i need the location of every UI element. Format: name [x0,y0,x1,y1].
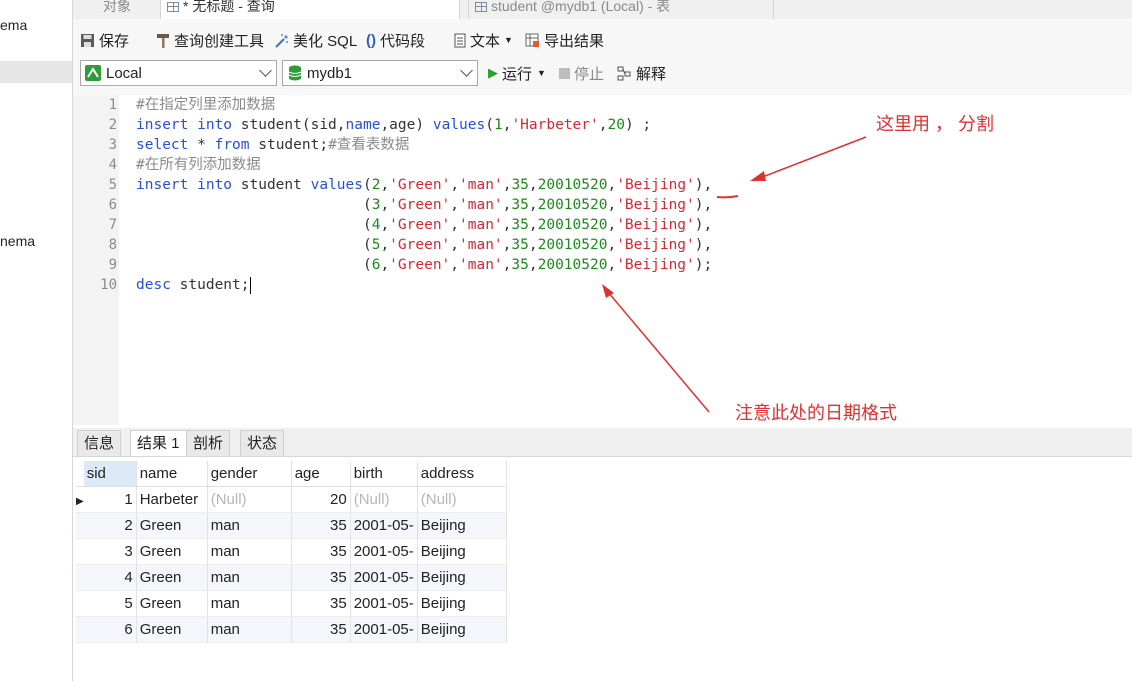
cell-address[interactable]: Beijing [417,616,507,643]
comma-underline-mark [716,195,739,199]
cell-birth[interactable]: 2001-05- [350,512,418,539]
table-row[interactable]: 6 Green man 35 2001-05- Beijing [76,616,507,643]
cell-address[interactable]: Beijing [417,564,507,591]
column-header-age[interactable]: age [291,461,351,487]
cell-name[interactable]: Green [136,590,208,617]
cell-address[interactable]: Beijing [417,590,507,617]
column-header-sid[interactable]: sid [83,461,137,487]
tab-result-1[interactable]: 结果 1 [130,430,187,456]
grid-header-row: sid name gender age birth address [76,461,507,487]
arrow-line-comma [759,136,867,179]
row-marker [76,538,84,565]
column-header-gender[interactable]: gender [207,461,292,487]
tab-status[interactable]: 状态 [240,430,285,456]
cell-name[interactable]: Green [136,512,208,539]
cell-name[interactable]: Green [136,616,208,643]
cell-birth[interactable]: 2001-05- [350,538,418,565]
cell-gender[interactable]: man [207,564,292,591]
result-table[interactable]: sid name gender age birth address ▶ 1 Ha… [76,461,507,643]
column-header-name[interactable]: name [136,461,208,487]
cell-birth[interactable]: 2001-05- [350,616,418,643]
cell-age[interactable]: 35 [291,564,351,591]
cell-address[interactable]: (Null) [417,486,507,513]
row-marker [76,512,84,539]
cell-sid[interactable]: 3 [83,538,137,565]
cell-name[interactable]: Harbeter [136,486,208,513]
cell-sid[interactable]: 1 [83,486,137,513]
row-marker-header [76,461,84,487]
cell-sid[interactable]: 5 [83,590,137,617]
cell-gender[interactable]: man [207,512,292,539]
tab-profile[interactable]: 剖析 [186,430,231,456]
row-marker [76,616,84,643]
tab-info[interactable]: 信息 [77,430,122,456]
table-row[interactable]: 4 Green man 35 2001-05- Beijing [76,564,507,591]
result-tab-bar [73,428,1132,457]
cell-age[interactable]: 35 [291,512,351,539]
cell-sid[interactable]: 6 [83,616,137,643]
table-row[interactable]: 3 Green man 35 2001-05- Beijing [76,538,507,565]
result-grid[interactable]: sid name gender age birth address ▶ 1 Ha… [76,461,508,643]
cell-birth[interactable]: (Null) [350,486,418,513]
cell-birth[interactable]: 2001-05- [350,564,418,591]
arrow-head-comma [750,171,766,181]
cell-age[interactable]: 35 [291,538,351,565]
cell-gender[interactable]: (Null) [207,486,292,513]
cell-gender[interactable]: man [207,616,292,643]
cell-age[interactable]: 20 [291,486,351,513]
arrow-line-date [607,291,710,413]
column-header-birth[interactable]: birth [350,461,418,487]
row-marker [76,590,84,617]
current-row-marker-icon: ▶ [76,486,84,513]
column-header-address[interactable]: address [417,461,507,487]
cell-age[interactable]: 35 [291,616,351,643]
cell-name[interactable]: Green [136,564,208,591]
cell-gender[interactable]: man [207,538,292,565]
table-row[interactable]: ▶ 1 Harbeter (Null) 20 (Null) (Null) [76,486,507,513]
cell-name[interactable]: Green [136,538,208,565]
row-marker [76,564,84,591]
table-row[interactable]: 2 Green man 35 2001-05- Beijing [76,512,507,539]
cell-address[interactable]: Beijing [417,512,507,539]
cell-address[interactable]: Beijing [417,538,507,565]
cell-birth[interactable]: 2001-05- [350,590,418,617]
table-row[interactable]: 5 Green man 35 2001-05- Beijing [76,590,507,617]
cell-gender[interactable]: man [207,590,292,617]
cell-sid[interactable]: 2 [83,512,137,539]
cell-age[interactable]: 35 [291,590,351,617]
cell-sid[interactable]: 4 [83,564,137,591]
